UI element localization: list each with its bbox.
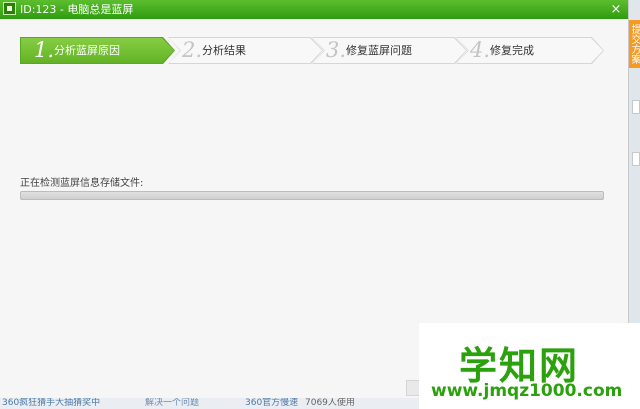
step-1-label: 分析蓝屏原因: [54, 44, 120, 57]
background-usage-count: 7069人使用: [305, 398, 355, 408]
background-link-1[interactable]: 360疯狂猜手大抽猜奖中: [2, 398, 100, 409]
side-scroll-marker: [632, 152, 640, 166]
step-1-number: 1.: [34, 38, 55, 62]
side-scroll-marker: [632, 100, 640, 114]
title-bar[interactable]: ID:123 - 电脑总是蓝屏 ×: [0, 0, 628, 19]
step-2-number: 2.: [182, 38, 203, 62]
step-4: 4. 修复完成: [456, 37, 604, 64]
watermark: 学知网 www.jmqz1000.com: [419, 323, 640, 409]
watermark-url: www.jmqz1000.com: [431, 381, 623, 401]
scan-status-label: 正在检测蓝屏信息存储文件:: [20, 178, 144, 189]
step-4-label: 修复完成: [490, 44, 534, 57]
app-logo-icon: [3, 2, 16, 15]
close-button[interactable]: ×: [606, 0, 626, 19]
step-3-label: 修复蓝屏问题: [346, 44, 412, 57]
step-4-number: 4.: [470, 38, 491, 62]
step-3-number: 3.: [326, 38, 347, 62]
background-link-2[interactable]: 解决一个问题: [145, 398, 199, 409]
step-3: 3. 修复蓝屏问题: [312, 37, 467, 64]
step-1: 1. 分析蓝屏原因: [20, 37, 175, 64]
background-link-3[interactable]: 360官方慢速: [245, 398, 298, 409]
step-2: 2. 分析结果: [168, 37, 323, 64]
step-wizard: 1. 分析蓝屏原因 2. 分析结果 3. 修复蓝屏问题 4. 修复完成: [20, 37, 610, 64]
window-title: ID:123 - 电脑总是蓝屏: [20, 3, 134, 16]
partially-hidden-button[interactable]: [406, 380, 420, 396]
step-2-label: 分析结果: [202, 44, 246, 57]
submit-solution-tab[interactable]: 提交方案: [629, 20, 640, 68]
scan-progress-bar: [20, 191, 604, 200]
